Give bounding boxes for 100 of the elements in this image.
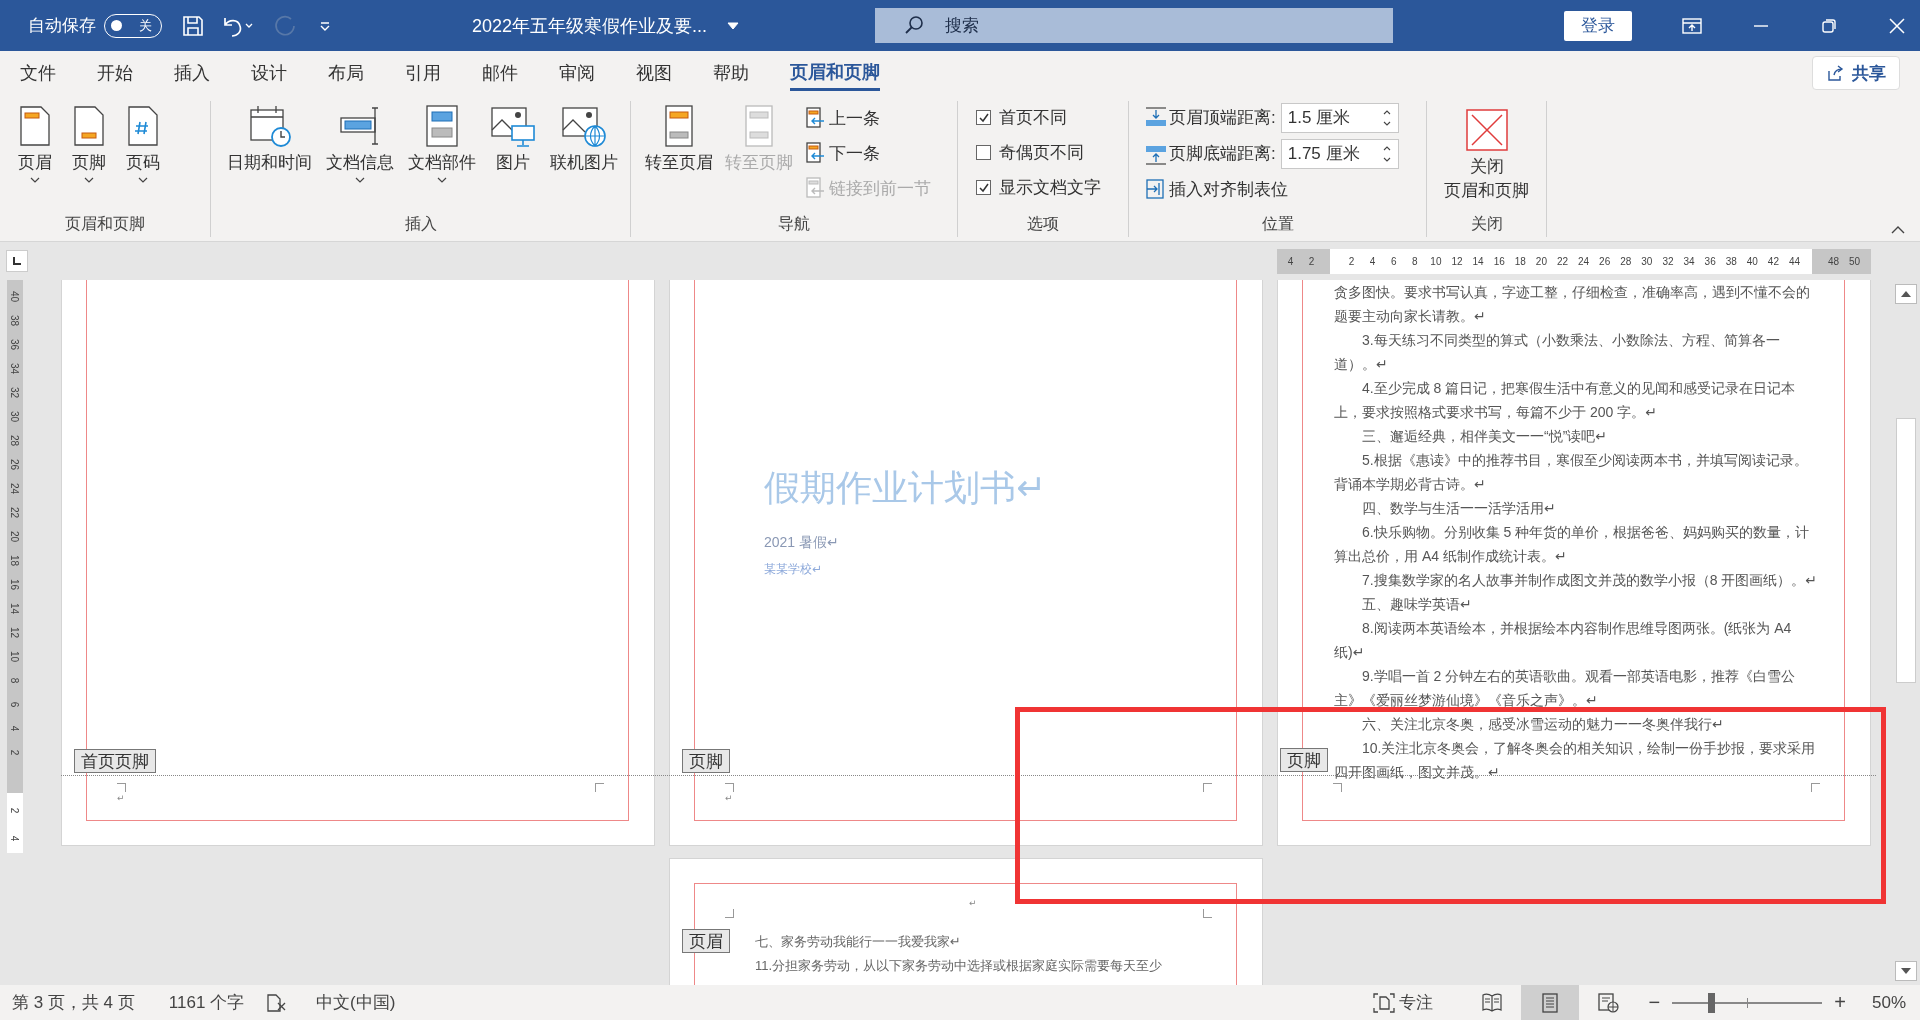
ribbon-tab[interactable]: 插入 — [174, 55, 210, 91]
body-paragraph: 六、关注北京冬奥，感受冰雪运动的魅力一一冬奥伴我行↵ — [1361, 715, 1725, 734]
group-label: 位置 — [1260, 214, 1295, 234]
tab-selector-icon[interactable] — [6, 250, 28, 272]
insert-alignment-tab-button[interactable]: 插入对齐制表位 — [1145, 174, 1288, 204]
tab-align-icon — [1145, 178, 1165, 200]
zoom-in-button[interactable]: + — [1834, 991, 1846, 1014]
corner-mark — [1203, 783, 1212, 792]
search-field[interactable]: 搜索 — [875, 8, 1394, 43]
insert-button[interactable]: 图片 — [484, 101, 542, 176]
print-layout-button[interactable] — [1520, 985, 1579, 1020]
body-paragraph: 贪多图快。要求书写认真，字迹工整，仔细检查，准确率高，遇到不懂不会的题要主动向家长请教。↵ — [1334, 283, 1811, 326]
close-header-footer-button[interactable]: 关闭 页眉和页脚 — [1438, 101, 1535, 205]
ruler-number: 42 — [1766, 255, 1780, 267]
ruler-number: 34 — [1682, 255, 1696, 267]
focus-button[interactable]: 专注 — [1372, 991, 1433, 1014]
share-button[interactable]: 共享 — [1812, 56, 1900, 90]
distance-field[interactable]: 1.5 厘米 — [1280, 102, 1399, 133]
zoom-out-button[interactable]: − — [1648, 991, 1661, 1014]
page-icon — [744, 103, 774, 149]
scroll-down-icon[interactable] — [1895, 961, 1917, 981]
cover-subtitle: 2021 暑假↵ — [764, 534, 840, 552]
sign-in-button[interactable]: 登录 — [1564, 10, 1633, 41]
page-arrow-icon — [805, 142, 825, 164]
ruler-number: 10 — [1429, 255, 1443, 267]
ruler-number: 6 — [1389, 255, 1398, 267]
ruler-number: 24 — [9, 482, 21, 494]
insert-button[interactable]: 文档信息 — [320, 101, 400, 185]
body-paragraph: 6.快乐购物。分别收集 5 种年货的单价，根据爸爸、妈妈购买的数量，计算出总价，用 A4 纸制作成统计表。↵ — [1334, 523, 1811, 566]
share-icon — [1826, 64, 1844, 82]
collapse-ribbon-icon[interactable] — [1891, 225, 1905, 235]
checkbox-label[interactable]: 首页不同 — [999, 106, 1067, 129]
margin-distance-icon — [1145, 106, 1167, 129]
checkbox[interactable] — [976, 145, 991, 160]
ribbon-tab[interactable]: 视图 — [636, 55, 672, 91]
ruler-number: 2 — [9, 749, 21, 755]
ribbon-display-icon[interactable] — [1682, 16, 1703, 35]
paragraph-mark: ↵ — [117, 793, 125, 803]
ribbon-tab[interactable]: 设计 — [251, 55, 287, 91]
checkbox[interactable] — [976, 180, 991, 195]
zoom-percentage[interactable]: 50% — [1871, 992, 1906, 1013]
checkbox-label[interactable]: 奇偶页不同 — [999, 141, 1084, 164]
paragraph-mark: ↵ — [725, 793, 733, 803]
save-icon[interactable] — [182, 14, 204, 37]
header-footer-button[interactable]: 页眉 — [12, 101, 58, 185]
ribbon-tab[interactable]: 帮助 — [713, 55, 749, 91]
page-icon — [74, 103, 104, 149]
insert-button[interactable]: 文档部件 — [402, 101, 482, 185]
group-label: 插入 — [403, 214, 438, 234]
ribbon-tab[interactable]: 文件 — [20, 55, 56, 91]
previous-button[interactable]: 上一条 — [805, 103, 931, 133]
header-footer-button[interactable]: 页码 — [120, 101, 166, 185]
ribbon-tab[interactable]: 审阅 — [559, 55, 595, 91]
body-paragraph: 5.根据《惠读》中的推荐书目，寒假至少阅读两本书，并填写阅读记录。背诵本学期必背古诗。↵ — [1334, 451, 1809, 494]
ruler-number: 38 — [9, 314, 21, 326]
body-paragraph: 8.阅读两本英语绘本，并根据绘本内容制作思维导图两张。(纸张为 A4 纸)↵ — [1334, 619, 1793, 662]
header-footer-button[interactable]: 页脚 — [66, 101, 112, 185]
scroll-up-icon[interactable] — [1895, 284, 1917, 304]
checkbox[interactable] — [976, 110, 991, 125]
group-label: 选项 — [1026, 214, 1060, 234]
word-count[interactable]: 1161 个字 — [168, 991, 245, 1014]
footer-label: 页脚 — [682, 749, 730, 773]
ribbon-tab[interactable]: 邮件 — [482, 55, 518, 91]
zoom-slider-thumb[interactable] — [1708, 992, 1716, 1013]
ribbon-tab[interactable]: 开始 — [97, 55, 133, 91]
insert-button[interactable]: 联机图片 — [544, 101, 624, 176]
page-icon — [128, 103, 158, 149]
zoom-slider[interactable] — [1672, 992, 1823, 1013]
body-paragraph: 4.至少完成 8 篇日记，把寒假生活中有意义的见闻和感受记录在日记本上，要求按照格式要求书写，每篇不少于 200 字。↵ — [1334, 379, 1797, 422]
distance-field[interactable]: 1.75 厘米 — [1280, 138, 1399, 169]
ribbon-tab[interactable]: 页眉和页脚 — [790, 55, 880, 91]
close-icon[interactable] — [1888, 16, 1907, 35]
body-paragraph: 七、家务劳动我能行一一我爱我家↵ — [755, 933, 962, 951]
header-label: 页眉 — [682, 929, 730, 953]
ruler-number: 32 — [1661, 255, 1675, 267]
ribbon-tab[interactable]: 引用 — [405, 55, 441, 91]
ruler-number: 4 — [1368, 255, 1377, 267]
ruler-number: 26 — [9, 458, 21, 470]
caret-icon[interactable] — [727, 21, 740, 30]
language-indicator[interactable]: 中文(中国) — [316, 991, 396, 1014]
ruler-number: 28 — [9, 434, 21, 446]
ruler-number: 20 — [9, 530, 21, 542]
corner-mark — [725, 909, 734, 918]
ruler-number: 16 — [9, 578, 21, 590]
page-icon — [20, 103, 50, 149]
body-paragraph: 四、数学与生活一一活学活用↵ — [1361, 499, 1557, 518]
next-button[interactable]: 下一条 — [805, 138, 931, 168]
body-paragraph: 9.学唱一首 2 分钟左右的英语歌曲。观看一部英语电影，推荐《白雪公主》《爱丽丝梦游仙境》《音乐之声》。↵ — [1334, 667, 1797, 710]
restore-icon[interactable] — [1820, 16, 1839, 35]
go-to-header-button[interactable]: 转至页眉 — [639, 101, 719, 176]
ruler-number: 14 — [9, 602, 21, 614]
checkbox-label[interactable]: 显示文档文字 — [999, 176, 1101, 199]
web-page-icon — [1596, 992, 1619, 1013]
scroll-thumb[interactable] — [1896, 418, 1916, 683]
ribbon-tab[interactable]: 布局 — [328, 55, 364, 91]
ruler-number: 2 — [1347, 255, 1356, 267]
page-count[interactable]: 第 3 页，共 4 页 — [12, 991, 135, 1014]
group-label: 导航 — [777, 214, 811, 234]
body-paragraph: 三、邂逅经典，相伴美文一一“悦”读吧↵ — [1361, 427, 1609, 446]
insert-button[interactable]: 日期和时间 — [221, 101, 318, 176]
